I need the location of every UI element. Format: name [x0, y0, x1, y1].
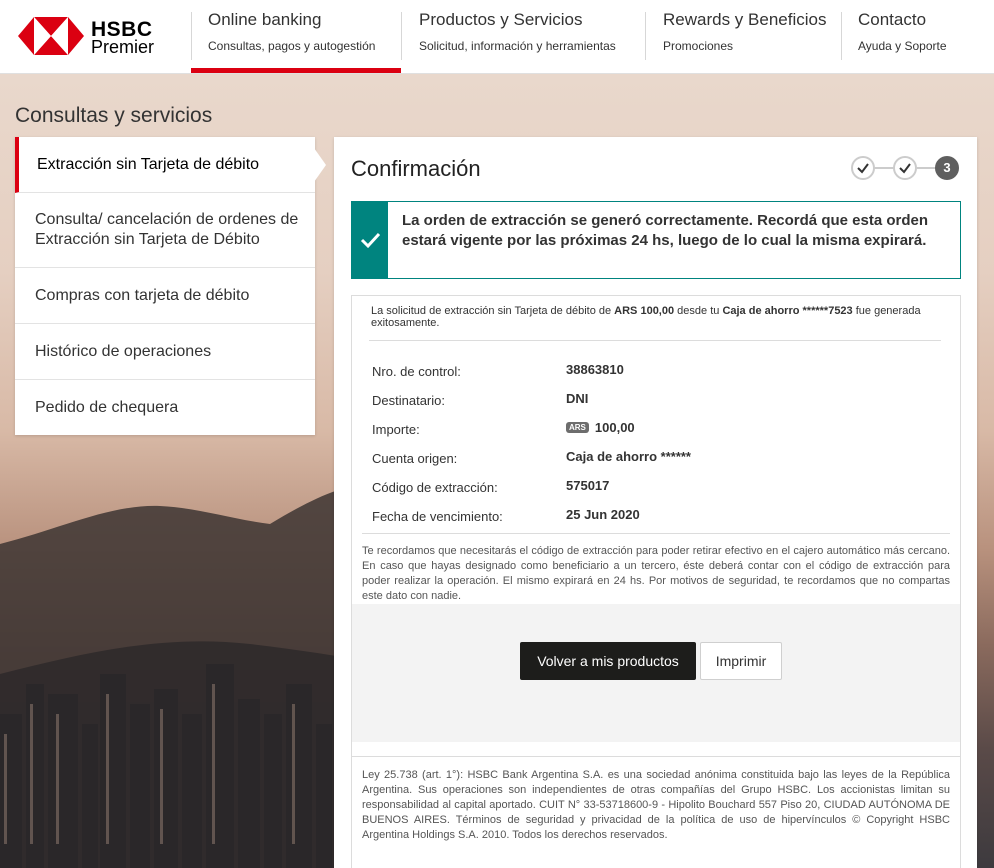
- nav-subtitle: Solicitud, información y herramientas: [419, 39, 616, 53]
- intro-mid: desde tu: [674, 305, 723, 317]
- intro-amount: ARS 100,00: [614, 305, 675, 317]
- brand-tier: Premier: [91, 37, 155, 57]
- nav-rewards-beneficios[interactable]: Rewards y Beneficios Promociones: [663, 10, 826, 74]
- nav-subtitle: Promociones: [663, 39, 734, 53]
- nav-title: Contacto: [858, 10, 927, 29]
- side-menu: Extracción sin Tarjeta de débito Consult…: [15, 137, 315, 435]
- row-value-amount: ARS 100,00: [566, 420, 635, 435]
- intro-text: La solicitud de extracción sin Tarjeta d…: [371, 305, 941, 329]
- divider: [362, 533, 950, 534]
- step-connector: [873, 167, 895, 169]
- success-message: La orden de extracción se generó correct…: [402, 212, 929, 249]
- side-item-historico[interactable]: Histórico de operaciones: [15, 324, 315, 380]
- side-item-label: Consulta/ cancelación de ordenes de Extr…: [35, 211, 299, 248]
- panel-title: Confirmación: [351, 156, 481, 181]
- nav-subtitle: Ayuda y Soporte: [858, 39, 947, 53]
- nav-subtitle: Consultas, pagos y autogestión: [208, 39, 376, 53]
- progress-stepper: 3: [851, 156, 963, 182]
- step-current: 3: [935, 156, 959, 180]
- intro-pre: La solicitud de extracción sin Tarjeta d…: [371, 305, 615, 317]
- nav-productos-servicios[interactable]: Productos y Servicios Solicitud, informa…: [419, 10, 616, 74]
- actions-bar: Volver a mis productos Imprimir: [352, 604, 960, 742]
- row-value: 575017: [566, 478, 610, 493]
- row-value: 25 Jun 2020: [566, 507, 640, 522]
- check-icon: [899, 163, 911, 174]
- success-alert: La orden de extracción se generó correct…: [351, 201, 961, 279]
- side-item-label: Pedido de chequera: [35, 398, 179, 416]
- side-item-extraccion-sin-tarjeta[interactable]: Extracción sin Tarjeta de débito: [15, 137, 315, 193]
- hsbc-logo[interactable]: HSBC Premier: [18, 17, 188, 57]
- row-value: 38863810: [566, 362, 624, 377]
- nav-divider: [401, 12, 402, 60]
- back-to-products-button[interactable]: Volver a mis productos: [520, 642, 696, 680]
- nav-divider: [841, 12, 842, 60]
- side-item-label: Extracción sin Tarjeta de débito: [37, 155, 260, 173]
- nav-title: Rewards y Beneficios: [663, 10, 827, 29]
- nav-title: Productos y Servicios: [419, 10, 583, 29]
- side-item-compras-debito[interactable]: Compras con tarjeta de débito: [15, 268, 315, 324]
- confirmation-panel: Confirmación 3 La orden de extracción se…: [334, 137, 977, 868]
- row-label: Código de extracción:: [372, 480, 498, 495]
- security-notice: Te recordamos que necesitarás el código …: [362, 545, 950, 602]
- success-icon-bar: [352, 202, 388, 278]
- check-icon: [360, 232, 381, 249]
- row-label: Fecha de vencimiento:: [372, 509, 503, 524]
- side-item-consulta-cancelacion[interactable]: Consulta/ cancelación de ordenes de Extr…: [15, 193, 315, 268]
- nav-active-indicator: [191, 68, 401, 73]
- side-item-label: Compras con tarjeta de débito: [35, 286, 250, 304]
- step-1-done: [851, 156, 875, 180]
- nav-online-banking[interactable]: Online banking Consultas, pagos y autoge…: [208, 10, 375, 74]
- nav-contacto[interactable]: Contacto Ayuda y Soporte: [858, 10, 947, 74]
- step-2-done: [893, 156, 917, 180]
- nav-divider: [645, 12, 646, 60]
- amount-value: 100,00: [594, 420, 635, 435]
- row-value: DNI: [566, 391, 589, 406]
- page-title: Consultas y servicios: [15, 104, 213, 127]
- details-box: La solicitud de extracción sin Tarjeta d…: [351, 295, 961, 868]
- row-value: Caja de ahorro ******: [566, 449, 691, 464]
- row-label: Nro. de control:: [372, 364, 461, 379]
- legal-text: Ley 25.738 (art. 1°): HSBC Bank Argentin…: [362, 769, 950, 841]
- check-icon: [857, 163, 869, 174]
- divider: [352, 756, 960, 757]
- print-button[interactable]: Imprimir: [700, 642, 782, 680]
- side-item-label: Histórico de operaciones: [35, 342, 212, 360]
- active-item-pointer: [314, 148, 326, 182]
- row-label: Importe:: [372, 422, 420, 437]
- nav-divider: [191, 12, 192, 60]
- site-header: HSBC Premier Online banking Consultas, p…: [0, 0, 994, 74]
- hsbc-hexagon-icon: [18, 17, 84, 55]
- row-label: Destinatario:: [372, 393, 445, 408]
- row-label: Cuenta origen:: [372, 451, 458, 466]
- divider: [369, 340, 941, 341]
- side-item-pedido-chequera[interactable]: Pedido de chequera: [15, 380, 315, 435]
- currency-badge: ARS: [566, 422, 589, 433]
- intro-account: Caja de ahorro ******7523: [722, 305, 853, 317]
- nav-title: Online banking: [208, 10, 322, 29]
